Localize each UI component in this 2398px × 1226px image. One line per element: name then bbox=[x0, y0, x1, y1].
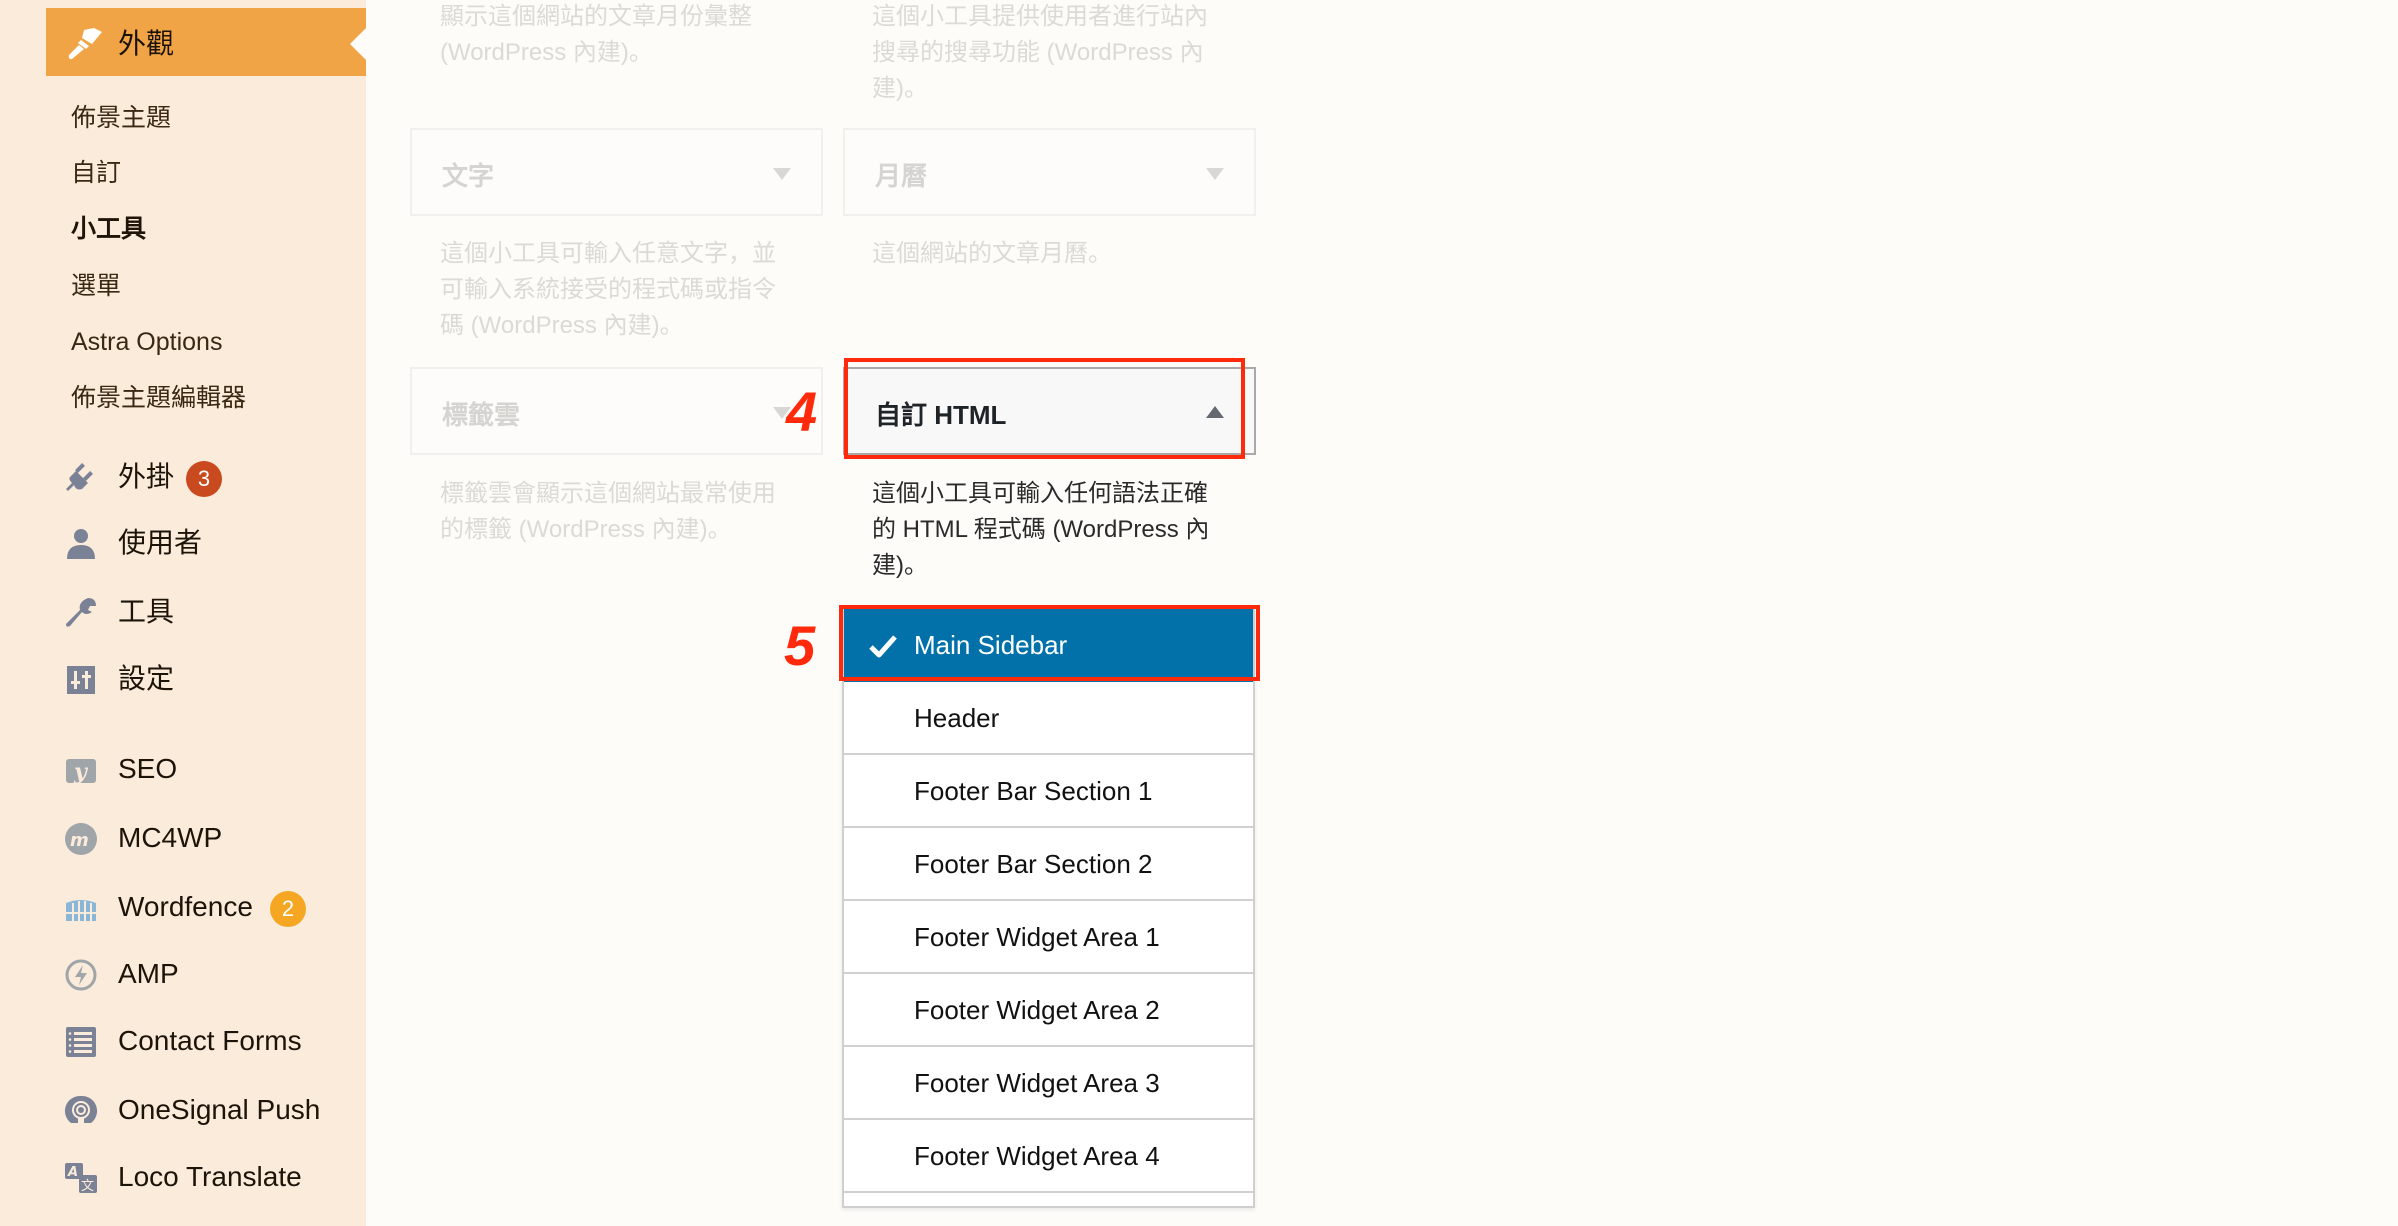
widget-calendar[interactable]: 月曆 bbox=[843, 128, 1256, 216]
menu-label: 設定 bbox=[118, 663, 175, 694]
menu-seo[interactable]: y SEO bbox=[60, 747, 360, 791]
option-label: Header bbox=[914, 703, 1000, 733]
annotation-step5-label: 5 bbox=[784, 614, 816, 677]
option-label: Footer Widget Area 4 bbox=[914, 1141, 1160, 1171]
update-count-badge: 3 bbox=[186, 461, 222, 497]
widget-search-description: 這個小工具提供使用者進行站內搜尋的搜尋功能 (WordPress 內建)。 bbox=[872, 3, 1208, 102]
area-option-footer-widget-4[interactable]: Footer Widget Area 4 bbox=[844, 1120, 1253, 1193]
svg-text:y: y bbox=[73, 759, 89, 785]
widget-title: 月曆 bbox=[875, 161, 928, 191]
plugin-icon bbox=[66, 463, 93, 491]
submenu-themes[interactable]: 佈景主題 bbox=[71, 103, 171, 133]
menu-label: 使用者 bbox=[118, 527, 203, 558]
user-icon bbox=[67, 529, 95, 559]
menu-label: Contact Forms bbox=[118, 1025, 302, 1056]
area-option-header[interactable]: Header bbox=[844, 682, 1253, 755]
menu-settings[interactable]: 設定 bbox=[60, 657, 360, 701]
area-option-footer-widget-1[interactable]: Footer Widget Area 1 bbox=[844, 901, 1253, 974]
annotation-step4-label: 4 bbox=[786, 380, 818, 443]
option-label: Footer Widget Area 3 bbox=[914, 1068, 1160, 1098]
widget-text[interactable]: 文字 bbox=[410, 128, 823, 216]
menu-label: 外觀 bbox=[118, 28, 175, 59]
settings-icon bbox=[67, 666, 95, 694]
wrench-icon bbox=[66, 598, 96, 627]
onesignal-icon bbox=[64, 1095, 98, 1123]
notification-badge: 2 bbox=[270, 891, 306, 927]
mc4wp-icon: m bbox=[65, 823, 97, 855]
area-option-footer-widget-3[interactable]: Footer Widget Area 3 bbox=[844, 1047, 1253, 1120]
annotation-highlight-step4 bbox=[844, 358, 1245, 459]
menu-label: 工具 bbox=[118, 596, 175, 627]
menu-contact-forms[interactable]: Contact Forms bbox=[60, 1019, 360, 1063]
submenu-menus[interactable]: 選單 bbox=[71, 271, 121, 301]
submenu-customize[interactable]: 自訂 bbox=[71, 158, 121, 188]
svg-text:m: m bbox=[70, 830, 89, 851]
menu-label: MC4WP bbox=[118, 822, 223, 853]
widget-archives-description: 顯示這個網站的文章月份彙整 (WordPress 內建)。 bbox=[440, 3, 752, 66]
menu-onesignal[interactable]: OneSignal Push bbox=[60, 1088, 360, 1132]
widget-text-description: 這個小工具可輸入任意文字，並可輸入系統接受的程式碼或指令碼 (WordPress… bbox=[440, 240, 776, 339]
option-label: Footer Widget Area 1 bbox=[914, 922, 1160, 952]
menu-mc4wp[interactable]: m MC4WP bbox=[60, 816, 360, 860]
admin-sidebar: 外觀 佈景主題 自訂 小工具 選單 Astra Options 佈景主題編輯器 … bbox=[0, 0, 366, 1226]
widget-calendar-description: 這個網站的文章月曆。 bbox=[872, 240, 1112, 267]
menu-tools[interactable]: 工具 bbox=[60, 590, 360, 634]
svg-text:A: A bbox=[67, 1165, 78, 1180]
translate-icon: A 文 bbox=[65, 1163, 97, 1194]
current-indicator bbox=[350, 28, 366, 60]
yoast-icon: y bbox=[66, 759, 96, 785]
option-label: Footer Bar Section 1 bbox=[914, 776, 1153, 806]
svg-text:文: 文 bbox=[81, 1179, 94, 1194]
submenu-widgets[interactable]: 小工具 bbox=[71, 214, 146, 244]
menu-wordfence[interactable]: Wordfence 2 bbox=[60, 885, 360, 929]
wordfence-icon bbox=[66, 900, 96, 921]
menu-label: AMP bbox=[118, 958, 179, 989]
widget-title: 標籤雲 bbox=[442, 400, 521, 430]
menu-users[interactable]: 使用者 bbox=[60, 521, 360, 565]
menu-plugins[interactable]: 外掛 3 bbox=[60, 455, 360, 499]
triangle-down-icon[interactable] bbox=[1206, 168, 1224, 180]
widget-title: 文字 bbox=[442, 161, 495, 191]
area-option-footer-bar-1[interactable]: Footer Bar Section 1 bbox=[844, 755, 1253, 828]
widget-custom-html-description: 這個小工具可輸入任何語法正確的 HTML 程式碼 (WordPress 內建)。 bbox=[872, 480, 1210, 579]
menu-label: SEO bbox=[118, 753, 178, 784]
menu-loco-translate[interactable]: A 文 Loco Translate bbox=[60, 1155, 360, 1199]
option-label: Footer Widget Area 2 bbox=[914, 995, 1160, 1025]
widget-tag-cloud-description: 標籤雲會顯示這個網站最常使用的標籤 (WordPress 內建)。 bbox=[440, 480, 776, 543]
menu-label: OneSignal Push bbox=[118, 1094, 321, 1125]
amp-icon bbox=[65, 959, 97, 991]
option-label: Footer Bar Section 2 bbox=[914, 849, 1153, 879]
menu-label: Loco Translate bbox=[118, 1161, 302, 1192]
paintbrush-icon bbox=[68, 28, 102, 60]
area-option-footer-widget-2[interactable]: Footer Widget Area 2 bbox=[844, 974, 1253, 1047]
submenu-astra-options[interactable]: Astra Options bbox=[71, 327, 222, 357]
menu-amp[interactable]: AMP bbox=[60, 952, 360, 996]
triangle-down-icon[interactable] bbox=[773, 168, 791, 180]
menu-label: Wordfence bbox=[118, 891, 253, 922]
form-list-icon bbox=[66, 1027, 96, 1057]
widget-area-chooser[interactable]: Main Sidebar Header Footer Bar Section 1… bbox=[842, 607, 1255, 1208]
menu-appearance[interactable]: 外觀 bbox=[46, 8, 366, 76]
area-option-footer-bar-2[interactable]: Footer Bar Section 2 bbox=[844, 828, 1253, 901]
widget-tag-cloud[interactable]: 標籤雲 bbox=[410, 367, 823, 455]
menu-label: 外掛 bbox=[118, 461, 175, 492]
annotation-highlight-step5 bbox=[839, 605, 1260, 681]
submenu-theme-editor[interactable]: 佈景主題編輯器 bbox=[71, 383, 246, 413]
